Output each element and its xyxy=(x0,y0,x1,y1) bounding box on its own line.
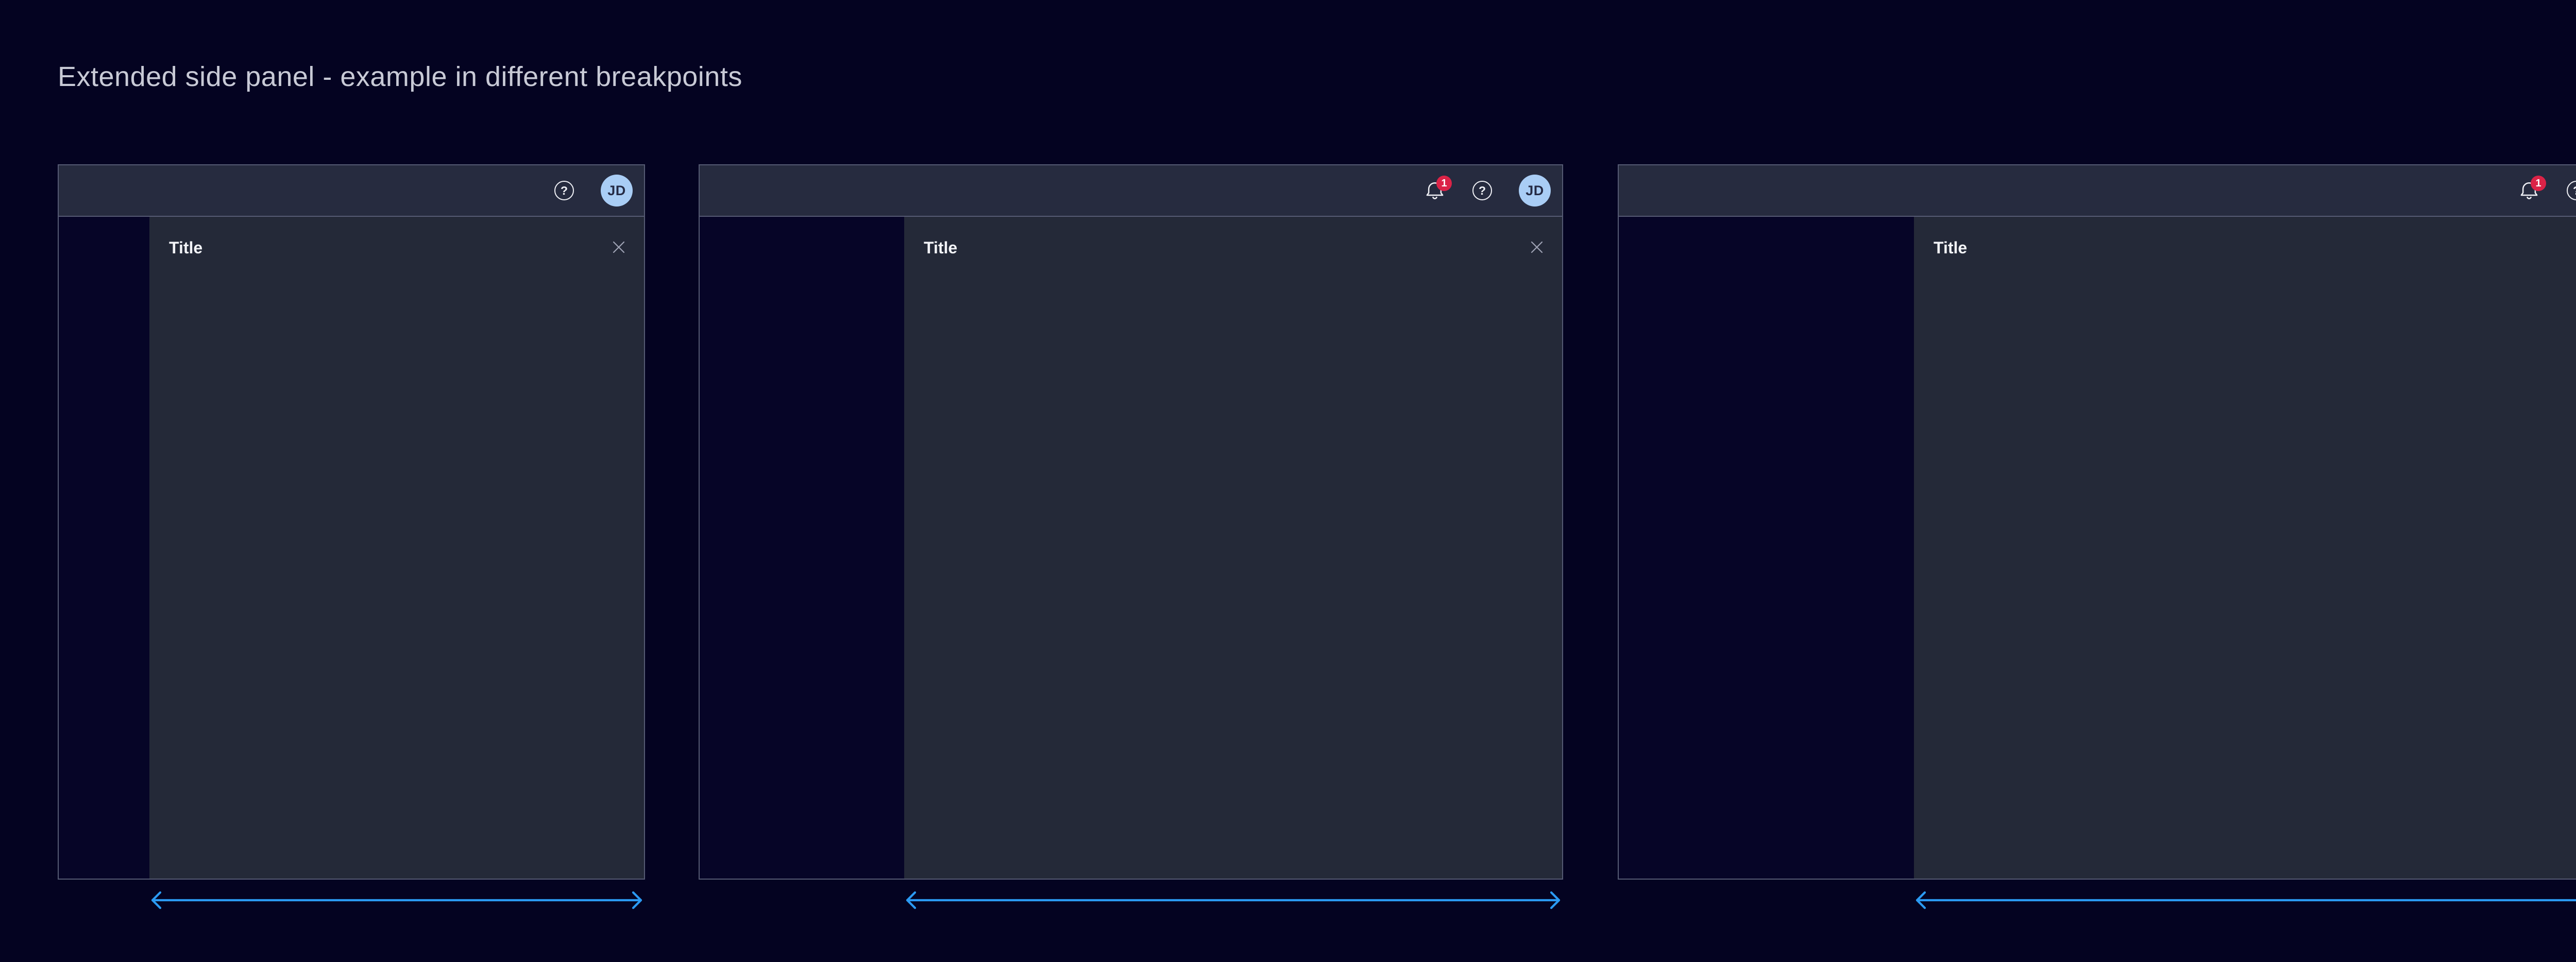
panel-title: Title xyxy=(1934,238,2576,257)
help-glyph: ? xyxy=(561,184,568,198)
frame-body: Title xyxy=(1619,217,2576,879)
avatar-initials: JD xyxy=(607,183,626,199)
panel-title: Title xyxy=(169,238,619,257)
panel-width-arrow-icon xyxy=(904,890,1562,911)
breakpoint-frame-small: ? JD Title xyxy=(58,164,645,880)
help-icon[interactable]: ? xyxy=(554,181,574,200)
notification-badge: 1 xyxy=(2531,176,2546,191)
avatar[interactable]: JD xyxy=(1519,175,1551,207)
frame-body: Title xyxy=(59,217,644,879)
extended-side-panel: Title xyxy=(904,217,1562,879)
app-header: 1 ? JD xyxy=(1619,165,2576,217)
content-area xyxy=(59,217,149,879)
avatar-initials: JD xyxy=(1526,183,1544,199)
close-icon[interactable] xyxy=(1530,240,1544,254)
design-canvas: Extended side panel - example in differe… xyxy=(0,0,2576,962)
panel-title: Title xyxy=(924,238,1537,257)
app-header: 1 ? JD xyxy=(700,165,1562,217)
page-title: Extended side panel - example in differe… xyxy=(58,61,742,93)
frame-body: Title xyxy=(700,217,1562,879)
extended-side-panel: Title xyxy=(1914,217,2576,879)
panel-width-arrow-icon xyxy=(1914,890,2576,911)
notification-bell-icon[interactable]: 1 xyxy=(2518,180,2540,201)
app-header: ? JD xyxy=(59,165,644,217)
notification-bell-icon[interactable]: 1 xyxy=(1424,180,1446,201)
content-area xyxy=(1619,217,1914,879)
breakpoint-frame-large: 1 ? JD Title xyxy=(1618,164,2576,880)
help-icon[interactable]: ? xyxy=(2567,181,2576,200)
close-icon[interactable] xyxy=(612,240,625,254)
notification-badge: 1 xyxy=(1436,176,1452,191)
help-glyph: ? xyxy=(2573,184,2576,198)
content-area xyxy=(700,217,904,879)
panel-width-arrow-icon xyxy=(149,890,644,911)
extended-side-panel: Title xyxy=(149,217,644,879)
breakpoint-frame-medium: 1 ? JD Title xyxy=(699,164,1563,880)
avatar[interactable]: JD xyxy=(601,175,633,207)
help-icon[interactable]: ? xyxy=(1472,181,1492,200)
help-glyph: ? xyxy=(1479,184,1486,198)
